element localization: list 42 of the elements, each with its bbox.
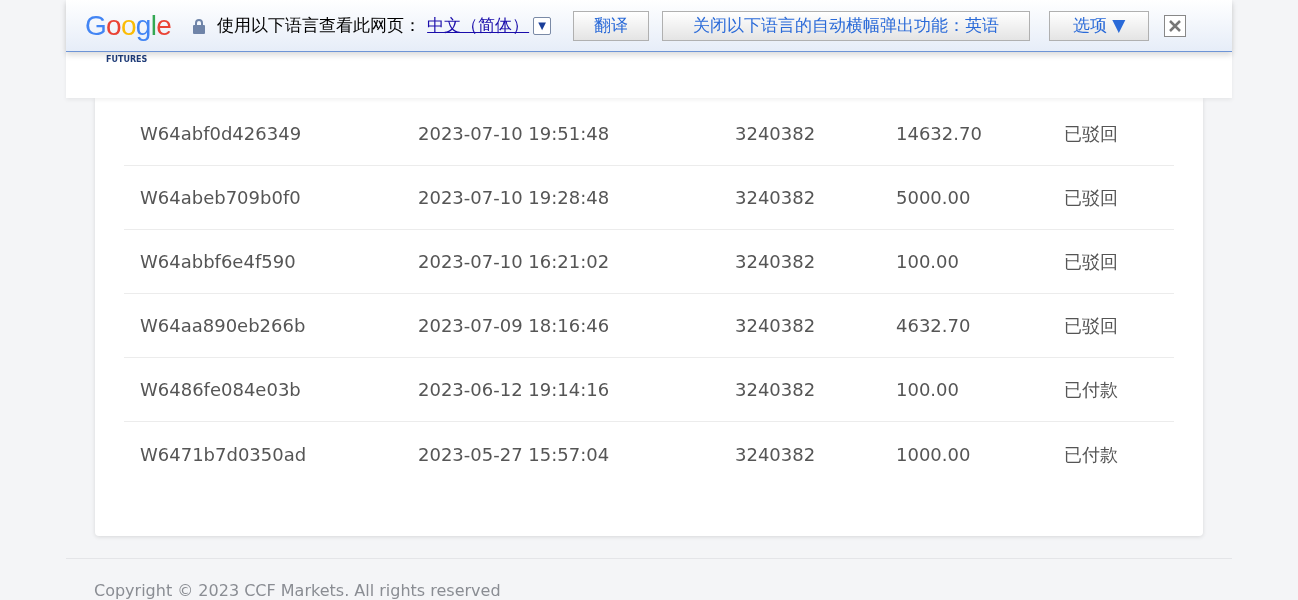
table-cell-text: W64aa890eb266b [140, 314, 307, 338]
table-cell-text: 2023-07-09 18:16:46 [418, 314, 611, 338]
table-cell-text: 已付款 [1064, 378, 1118, 402]
table-cell-text: 已驳回 [1064, 314, 1118, 338]
table-cell-text: 已驳回 [1064, 186, 1118, 210]
table-cell-text: W64abeb709b0f0 [140, 186, 302, 210]
google-logo: Google [85, 11, 172, 40]
table-cell-text: 3240382 [735, 314, 817, 338]
table-cell-text: 已驳回 [1064, 122, 1118, 146]
table-cell-text: 4632.70 [896, 314, 972, 338]
copyright-text: Copyright © 2023 CCF Markets. All rights reserved [94, 581, 501, 600]
lock-icon [193, 17, 206, 34]
logo-text: FUTURES [106, 56, 148, 64]
close-button[interactable] [1164, 14, 1187, 37]
table-cell-text: 2023-07-10 19:51:48 [418, 122, 611, 146]
language-dropdown[interactable]: ▼ [533, 16, 552, 35]
never-translate-button[interactable]: 关闭以下语言的自动横幅弹出功能：英语 [662, 10, 1031, 41]
table-cell-text: 2023-06-12 19:14:16 [418, 378, 611, 402]
table-cell-text: 14632.70 [896, 122, 983, 146]
table-cell-text: W64abf0d426349 [140, 122, 303, 146]
options-button[interactable]: 选项 ▼ [1049, 10, 1150, 41]
translate-button[interactable]: 翻译 [573, 10, 650, 41]
table-cell-text: 5000.00 [896, 186, 972, 210]
table-cell-text: 3240382 [735, 122, 817, 146]
table-cell-text: 100.00 [896, 378, 960, 402]
table-cell-text: 已付款 [1064, 442, 1118, 467]
table-cell-text: 2023-07-10 19:28:48 [418, 186, 611, 210]
table-cell-text: 2023-07-10 16:21:02 [418, 250, 611, 274]
language-link[interactable]: 中文（简体） [427, 12, 530, 39]
table-cell-text: W64abbf6e4f590 [140, 250, 297, 274]
table-cell-text: 1000.00 [896, 442, 972, 467]
table-cell-text: 3240382 [735, 250, 817, 274]
table-cell-text: 3240382 [735, 186, 817, 210]
table-cell-text: 100.00 [896, 250, 960, 274]
table-cell-text: 3240382 [735, 378, 817, 402]
table-cell-text: W6471b7d0350ad [140, 442, 308, 467]
table-cell-text: W6486fe084e03b [140, 378, 302, 402]
table-cell-text: 2023-05-27 15:57:04 [418, 442, 611, 467]
table-cell-text: 3240382 [735, 442, 817, 467]
table-cell-text: 已驳回 [1064, 250, 1118, 274]
close-icon [1168, 18, 1183, 33]
prompt-text: 使用以下语言查看此网页： [217, 13, 422, 37]
